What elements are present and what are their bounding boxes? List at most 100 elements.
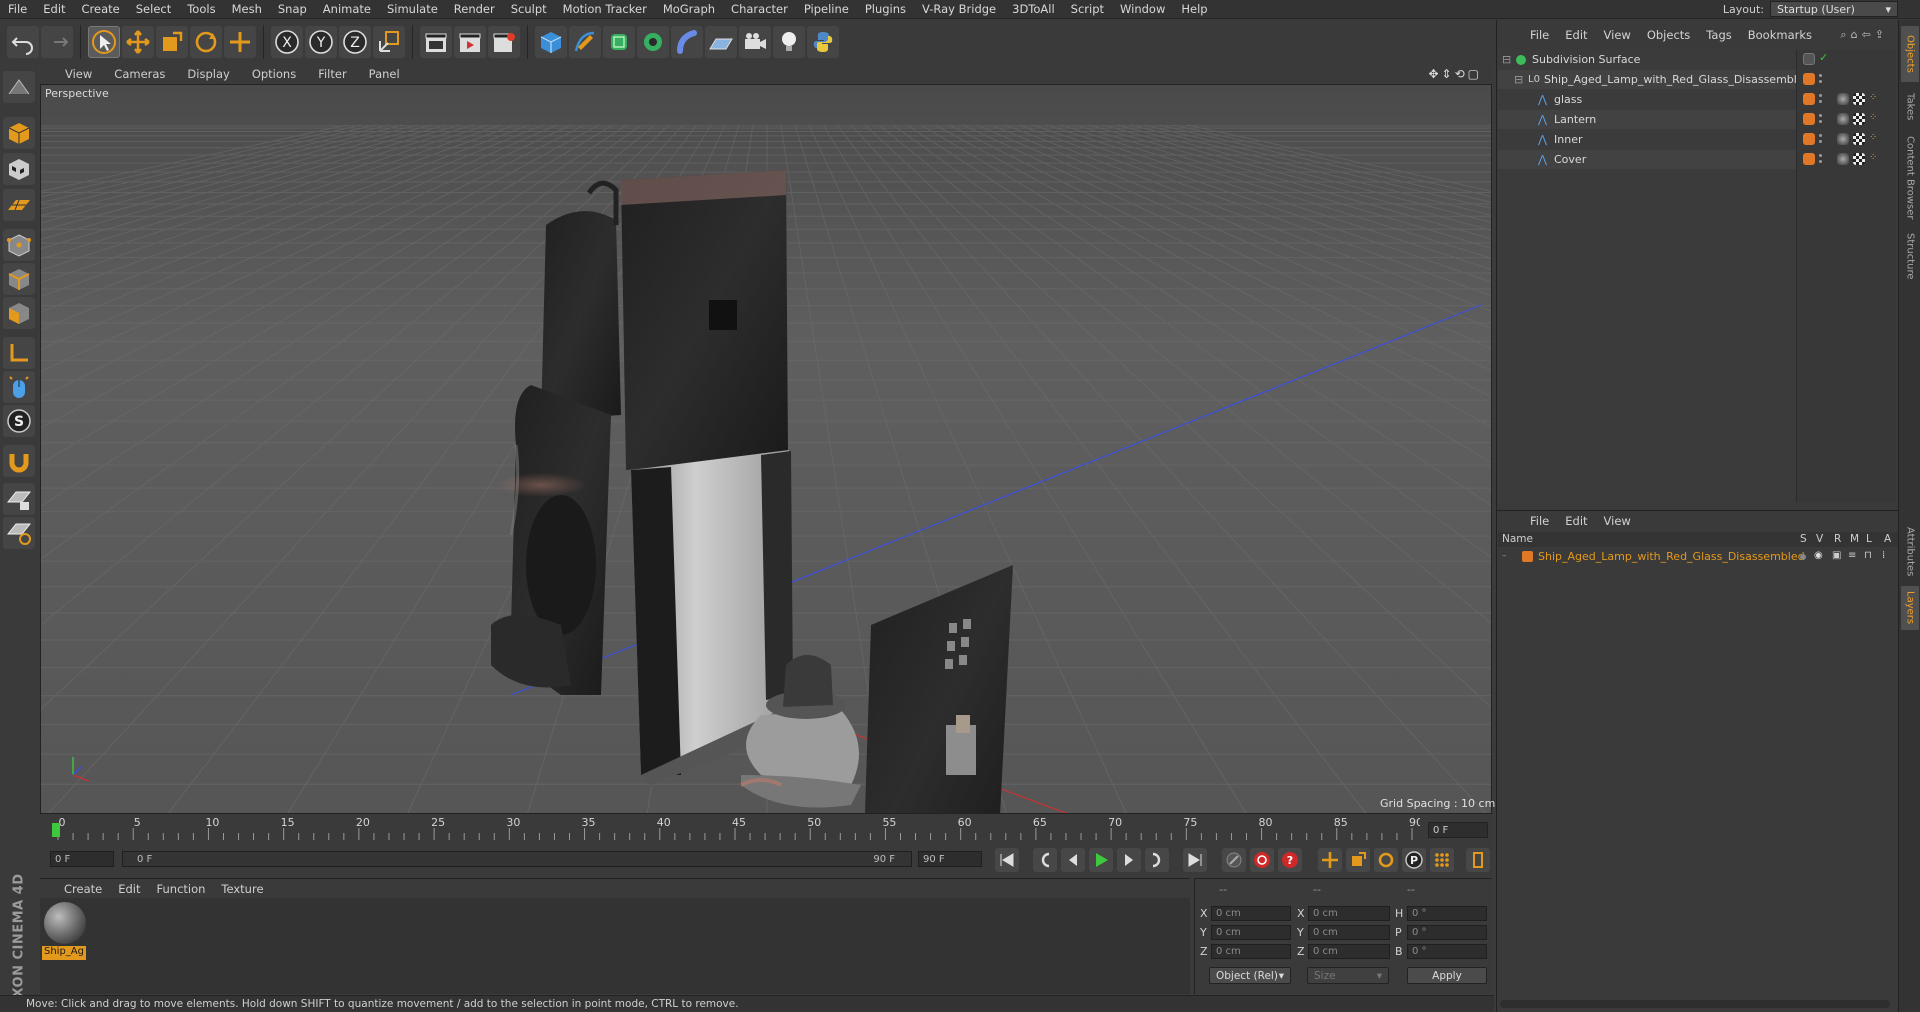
redo-button[interactable] <box>41 26 73 58</box>
deformer-button[interactable] <box>671 26 703 58</box>
menu-edit[interactable]: Edit <box>35 2 73 16</box>
animation-icon[interactable]: ⁞ <box>1882 550 1885 561</box>
material-name-label[interactable]: Ship_Ag <box>42 946 86 960</box>
tree-row-lantern[interactable]: ⋀ Lantern <box>1498 110 1796 129</box>
layout-select[interactable]: Startup (User) ▾ <box>1770 1 1898 17</box>
layer-color-swatch[interactable] <box>1522 551 1533 562</box>
object-menu-view[interactable]: View <box>1596 28 1639 42</box>
tab-content-browser[interactable]: Content Browser <box>1901 132 1919 224</box>
size-y-field[interactable]: 0 cm <box>1308 925 1390 940</box>
object-menu-tags[interactable]: Tags <box>1698 28 1739 42</box>
texture-mode-button[interactable] <box>3 153 35 185</box>
menu-simulate[interactable]: Simulate <box>379 2 446 16</box>
position-x-field[interactable]: 0 cm <box>1211 906 1291 921</box>
viewport-menu-options[interactable]: Options <box>241 67 307 81</box>
edges-mode-button[interactable] <box>3 263 35 295</box>
rotation-p-field[interactable]: 0 ° <box>1407 925 1487 940</box>
menu-3dtoall[interactable]: 3DToAll <box>1004 2 1063 16</box>
snap-button[interactable]: S <box>3 405 35 437</box>
material-menu-texture[interactable]: Texture <box>213 882 271 896</box>
viewport-menu-cameras[interactable]: Cameras <box>103 67 176 81</box>
texture-tag-icon[interactable] <box>1853 133 1865 145</box>
layer-tag-icon[interactable] <box>1803 53 1815 65</box>
transform-tool-button[interactable] <box>224 26 256 58</box>
rotate-tool-button[interactable] <box>190 26 222 58</box>
menu-mesh[interactable]: Mesh <box>224 2 270 16</box>
end-frame-field[interactable]: 90 F <box>918 851 982 867</box>
texture-tag-icon[interactable] <box>1853 113 1865 125</box>
render-picture-viewer-button[interactable] <box>454 26 486 58</box>
tree-row-cover[interactable]: ⋀ Cover <box>1498 150 1796 169</box>
tab-objects[interactable]: Objects <box>1901 26 1919 82</box>
size-z-field[interactable]: 0 cm <box>1308 944 1390 959</box>
go-to-start-button[interactable] <box>995 848 1019 872</box>
tab-attributes[interactable]: Attributes <box>1901 520 1919 584</box>
material-menu-create[interactable]: Create <box>56 882 110 896</box>
floor-button[interactable] <box>705 26 737 58</box>
go-to-end-button[interactable] <box>1183 848 1207 872</box>
position-z-field[interactable]: 0 cm <box>1211 944 1291 959</box>
previous-key-button[interactable] <box>1033 848 1057 872</box>
viewport-menu-display[interactable]: Display <box>176 67 240 81</box>
size-mode-select[interactable]: Size ▾ <box>1307 967 1389 984</box>
size-x-field[interactable]: 0 cm <box>1308 906 1390 921</box>
coordinate-mode-select[interactable]: Object (Rel) ▾ <box>1209 967 1291 984</box>
texture-tag-icon[interactable] <box>1853 153 1865 165</box>
render-settings-button[interactable] <box>488 26 520 58</box>
layer-color-tag[interactable] <box>1803 153 1815 165</box>
move-tool-button[interactable] <box>122 26 154 58</box>
key-scale-button[interactable] <box>1346 848 1370 872</box>
layer-menu-file[interactable]: File <box>1522 514 1557 528</box>
render-icon[interactable]: ▣ <box>1832 550 1841 561</box>
position-y-field[interactable]: 0 cm <box>1211 925 1291 940</box>
uvw-tag-icon[interactable]: ⁘ <box>1869 132 1877 143</box>
material-menu-function[interactable]: Function <box>149 882 214 896</box>
workplane-button[interactable] <box>3 189 35 221</box>
timeline-ruler[interactable]: 0 5 10 15 20 25 30 35 40 45 50 55 60 65 70 75 80 85 90 <box>50 816 1423 842</box>
rotation-b-field[interactable]: 0 ° <box>1407 944 1487 959</box>
layer-menu-view[interactable]: View <box>1596 514 1639 528</box>
x-axis-lock-button[interactable]: X <box>271 26 303 58</box>
cube-primitive-button[interactable] <box>535 26 567 58</box>
material-tag-icon[interactable] <box>1837 113 1849 125</box>
material-menu-edit[interactable]: Edit <box>110 882 148 896</box>
tree-row-inner[interactable]: ⋀ Inner <box>1498 130 1796 149</box>
visibility-dot[interactable] <box>1819 74 1822 77</box>
material-preview-ball[interactable] <box>44 902 86 944</box>
menu-motion-tracker[interactable]: Motion Tracker <box>555 2 655 16</box>
menu-snap[interactable]: Snap <box>270 2 315 16</box>
tree-collapse-icon[interactable]: ⊟ <box>1502 53 1511 66</box>
menu-plugins[interactable]: Plugins <box>857 2 914 16</box>
uvw-tag-icon[interactable]: ⁘ <box>1869 112 1877 123</box>
object-menu-file[interactable]: File <box>1522 28 1557 42</box>
layer-color-tag[interactable] <box>1803 133 1815 145</box>
layer-solo-toggle[interactable] <box>1800 554 1806 560</box>
undo-button[interactable] <box>7 26 39 58</box>
visibility-dot[interactable] <box>1819 80 1822 83</box>
perspective-viewport[interactable] <box>40 84 1492 814</box>
y-axis-lock-button[interactable]: Y <box>305 26 337 58</box>
z-axis-lock-button[interactable]: Z <box>339 26 371 58</box>
previous-frame-button[interactable] <box>1061 848 1085 872</box>
record-off-button[interactable] <box>1222 848 1246 872</box>
layer-color-tag[interactable] <box>1803 113 1815 125</box>
material-tag-icon[interactable] <box>1837 133 1849 145</box>
next-key-button[interactable] <box>1145 848 1169 872</box>
planar-workplane-button[interactable] <box>3 517 35 549</box>
axis-mode-button[interactable] <box>3 337 35 369</box>
menu-file[interactable]: File <box>0 2 35 16</box>
texture-tag-icon[interactable] <box>1853 93 1865 105</box>
menu-render[interactable]: Render <box>446 2 503 16</box>
menu-select[interactable]: Select <box>128 2 179 16</box>
light-button[interactable] <box>773 26 805 58</box>
visibility-dot[interactable] <box>1819 134 1822 137</box>
select-tool-button[interactable] <box>88 26 120 58</box>
layer-menu-edit[interactable]: Edit <box>1557 514 1595 528</box>
checkmark-icon[interactable]: ✓ <box>1819 51 1828 64</box>
menu-character[interactable]: Character <box>723 2 796 16</box>
autokey-button[interactable]: ? <box>1278 848 1302 872</box>
scale-tool-button[interactable] <box>156 26 188 58</box>
make-editable-button[interactable] <box>3 71 35 103</box>
menu-mograph[interactable]: MoGraph <box>655 2 723 16</box>
layer-color-tag[interactable] <box>1803 73 1815 85</box>
